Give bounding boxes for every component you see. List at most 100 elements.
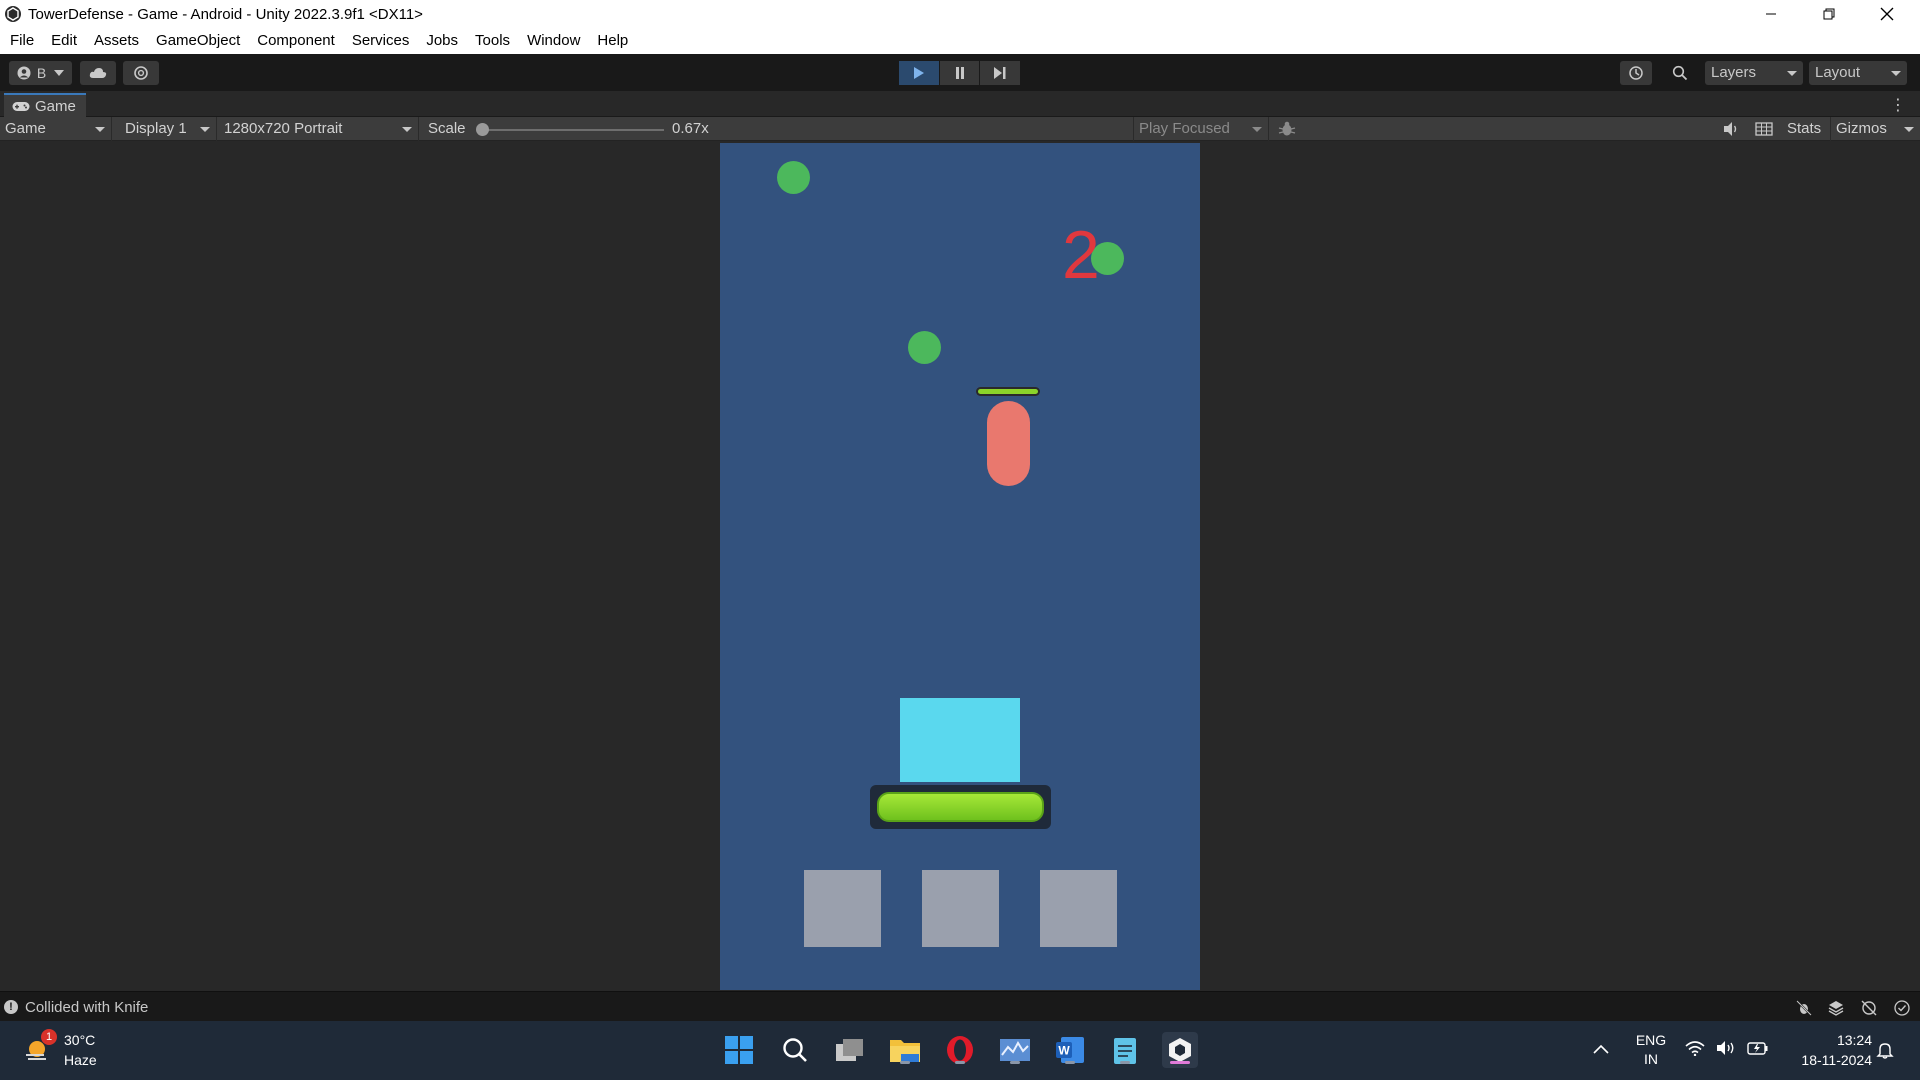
restore-icon xyxy=(1823,8,1835,20)
menu-component[interactable]: Component xyxy=(249,28,344,54)
settings-icon xyxy=(134,66,148,80)
tower-slot[interactable] xyxy=(804,870,881,947)
main-toolbar: B Layers Layout xyxy=(0,54,1920,91)
console-message[interactable]: Collided with Knife xyxy=(25,999,148,1016)
language-bottom[interactable]: IN xyxy=(1633,1050,1669,1069)
windows-logo-icon xyxy=(725,1036,753,1064)
play-button[interactable] xyxy=(899,61,939,85)
monitor-app-button[interactable] xyxy=(997,1032,1033,1068)
minimize-button[interactable] xyxy=(1742,0,1800,28)
cloud-button[interactable] xyxy=(80,61,116,85)
chevron-down-icon xyxy=(54,70,65,76)
scale-slider-thumb[interactable] xyxy=(476,123,489,136)
layers-dropdown[interactable]: Layers xyxy=(1705,61,1803,85)
language-top[interactable]: ENG xyxy=(1633,1031,1669,1050)
aspect-toggle[interactable] xyxy=(1755,121,1773,142)
enemy-health-fill xyxy=(978,389,1038,394)
running-indicator xyxy=(1120,1061,1130,1064)
menu-jobs[interactable]: Jobs xyxy=(418,28,467,54)
notifications-button[interactable] xyxy=(1876,1041,1894,1064)
weather-widget[interactable]: 1 xyxy=(22,1029,57,1065)
pause-button[interactable] xyxy=(939,61,980,85)
resolution-label: 1280x720 Portrait xyxy=(224,120,343,137)
layout-dropdown[interactable]: Layout xyxy=(1809,61,1907,85)
volume-icon xyxy=(1717,1041,1734,1055)
account-icon xyxy=(17,66,31,80)
play-mode-label: Play Focused xyxy=(1139,120,1230,137)
collab-button[interactable] xyxy=(123,61,159,85)
wifi-status[interactable] xyxy=(1685,1040,1705,1061)
opera-button[interactable] xyxy=(942,1032,978,1068)
resolution-dropdown[interactable]: 1280x720 Portrait xyxy=(219,117,419,141)
menu-help[interactable]: Help xyxy=(589,28,637,54)
scale-slider-track[interactable] xyxy=(482,129,664,131)
debug-toggle[interactable] xyxy=(1278,120,1296,143)
chevron-up-icon xyxy=(1593,1044,1609,1054)
battery-status[interactable] xyxy=(1747,1040,1769,1061)
menu-gameobject[interactable]: GameObject xyxy=(148,28,249,54)
window-title: TowerDefense - Game - Android - Unity 20… xyxy=(28,5,423,23)
gizmos-dropdown[interactable]: Gizmos xyxy=(1830,117,1920,141)
account-dropdown[interactable]: B xyxy=(9,61,72,85)
tab-game[interactable]: Game xyxy=(4,93,86,117)
game-viewport[interactable]: 2 xyxy=(720,143,1200,990)
minimize-icon xyxy=(1766,13,1776,15)
restore-button[interactable] xyxy=(1800,0,1858,28)
debug-off-icon[interactable] xyxy=(1795,999,1813,1017)
search-button[interactable] xyxy=(1663,61,1697,85)
tower-block xyxy=(900,698,1020,782)
close-button[interactable] xyxy=(1858,0,1916,28)
menu-window[interactable]: Window xyxy=(519,28,589,54)
history-button[interactable] xyxy=(1620,61,1652,85)
notepad-button[interactable] xyxy=(1107,1032,1143,1068)
gamepad-icon xyxy=(12,101,30,111)
play-mode-dropdown[interactable]: Play Focused xyxy=(1133,117,1269,141)
stats-button[interactable]: Stats xyxy=(1787,117,1821,141)
chevron-down-icon xyxy=(200,127,210,132)
step-button[interactable] xyxy=(980,61,1021,85)
history-icon xyxy=(1629,66,1643,80)
menu-tools[interactable]: Tools xyxy=(467,28,519,54)
display-dropdown[interactable]: Display 1 xyxy=(120,117,217,141)
game-controls-bar: Game Display 1 1280x720 Portrait Scale 0… xyxy=(0,117,1920,141)
enemy-health-bar xyxy=(976,387,1040,396)
clock-date[interactable]: 18-11-2024 xyxy=(1782,1051,1872,1070)
menu-assets[interactable]: Assets xyxy=(86,28,148,54)
check-circle-icon[interactable] xyxy=(1893,999,1911,1017)
start-button[interactable] xyxy=(721,1032,757,1068)
battery-charging-icon xyxy=(1747,1042,1768,1055)
unity-taskbar-button[interactable] xyxy=(1162,1032,1198,1068)
wifi-icon xyxy=(1685,1041,1705,1057)
view-mode-dropdown[interactable]: Game xyxy=(0,117,112,141)
chevron-down-icon xyxy=(95,127,105,132)
menu-edit[interactable]: Edit xyxy=(43,28,86,54)
task-view-button[interactable] xyxy=(832,1032,868,1068)
layers-stack-icon[interactable] xyxy=(1827,999,1845,1017)
menu-services[interactable]: Services xyxy=(344,28,419,54)
mute-audio-toggle[interactable] xyxy=(1722,121,1740,142)
show-hidden-icons-button[interactable] xyxy=(1593,1041,1609,1059)
scale-value: 0.67x xyxy=(672,120,709,137)
enemy-capsule xyxy=(987,401,1030,486)
tab-label: Game xyxy=(35,97,76,115)
taskbar-search-button[interactable] xyxy=(777,1032,813,1068)
search-icon xyxy=(783,1038,807,1062)
tower-slot[interactable] xyxy=(922,870,999,947)
weather-badge: 1 xyxy=(41,1029,57,1045)
word-button[interactable]: W xyxy=(1052,1032,1088,1068)
running-indicator xyxy=(900,1061,910,1064)
clock-time[interactable]: 13:24 xyxy=(1782,1031,1872,1050)
volume-status[interactable] xyxy=(1716,1040,1736,1061)
file-explorer-button[interactable] xyxy=(887,1032,923,1068)
projectile-dot xyxy=(908,331,941,364)
running-indicator xyxy=(1065,1061,1075,1064)
more-options-icon[interactable]: ⋮ xyxy=(1890,95,1906,115)
unity-icon xyxy=(5,6,21,22)
scale-label: Scale xyxy=(428,120,466,137)
pause-icon xyxy=(955,67,964,79)
tower-slot[interactable] xyxy=(1040,870,1117,947)
unity-icon xyxy=(1169,1038,1191,1062)
menu-file[interactable]: File xyxy=(2,28,43,54)
network-off-icon[interactable] xyxy=(1860,999,1878,1017)
projectile-dot xyxy=(777,161,810,194)
